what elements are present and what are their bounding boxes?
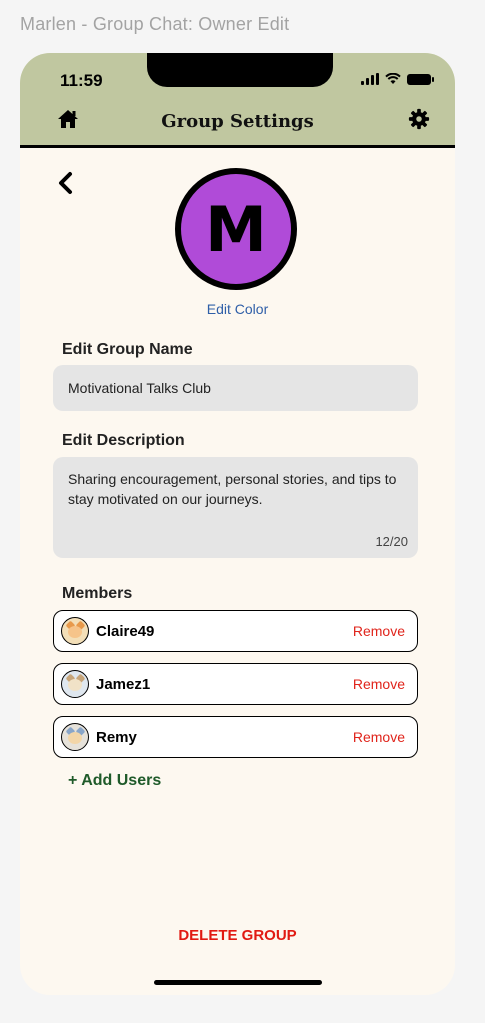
description-char-count: 12/20 (375, 534, 408, 549)
page-title: Group Settings (161, 111, 314, 132)
member-name: Claire49 (96, 622, 155, 640)
member-name: Jamez1 (96, 675, 151, 693)
member-row: Claire49 Remove (53, 610, 418, 652)
member-avatar-icon (61, 617, 89, 645)
phone-screen: 11:59 Group Settings M Edit Color Edit G… (20, 53, 455, 995)
remove-member-button[interactable]: Remove (353, 623, 405, 639)
members-label: Members (62, 585, 133, 602)
group-avatar: M (175, 168, 297, 290)
remove-member-button[interactable]: Remove (353, 676, 405, 692)
delete-group-button[interactable]: DELETE GROUP (20, 927, 455, 944)
back-chevron-icon[interactable] (56, 171, 74, 195)
description-label: Edit Description (62, 432, 185, 449)
remove-member-button[interactable]: Remove (353, 729, 405, 745)
device-notch (147, 53, 333, 87)
status-time: 11:59 (60, 71, 103, 90)
group-name-label: Edit Group Name (62, 341, 193, 358)
frame-label: Marlen - Group Chat: Owner Edit (20, 14, 290, 34)
status-icons (361, 73, 434, 85)
member-row: Jamez1 Remove (53, 663, 418, 705)
member-name: Remy (96, 728, 137, 746)
group-name-value: Motivational Talks Club (68, 380, 211, 396)
group-avatar-letter: M (205, 193, 267, 266)
battery-icon (407, 73, 434, 85)
wifi-icon (385, 73, 401, 84)
member-row: Remy Remove (53, 716, 418, 758)
edit-color-link[interactable]: Edit Color (20, 301, 455, 317)
gear-icon[interactable] (408, 108, 430, 130)
add-users-button[interactable]: + Add Users (68, 772, 161, 790)
description-field[interactable]: Sharing encouragement, personal stories,… (53, 457, 418, 558)
group-name-field[interactable]: Motivational Talks Club (53, 365, 418, 411)
home-indicator[interactable] (154, 980, 322, 985)
header-bar: 11:59 Group Settings (20, 53, 455, 148)
description-value: Sharing encouragement, personal stories,… (68, 471, 397, 507)
member-avatar-icon (61, 670, 89, 698)
signal-icon (361, 73, 379, 85)
member-avatar-icon (61, 723, 89, 751)
